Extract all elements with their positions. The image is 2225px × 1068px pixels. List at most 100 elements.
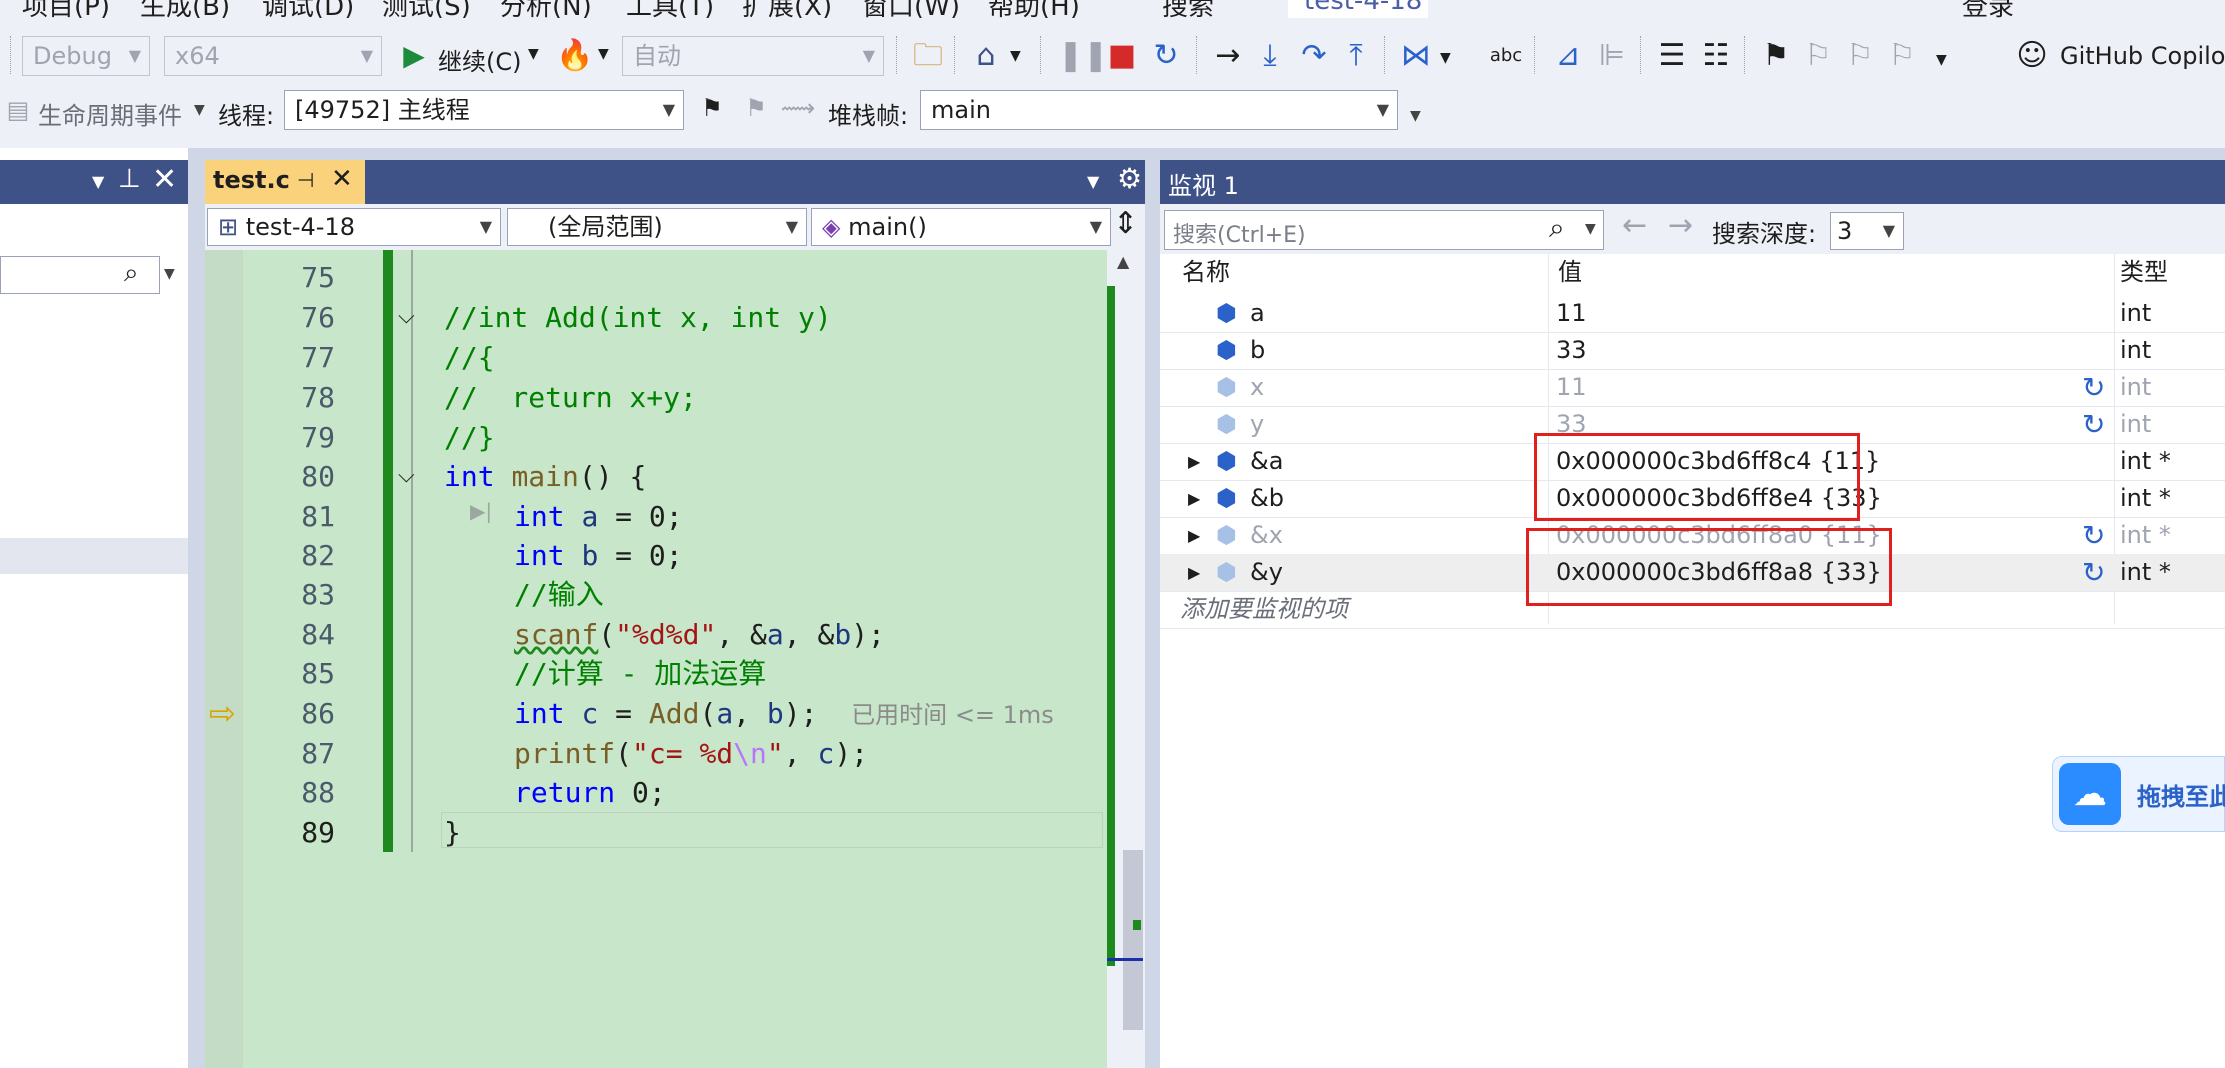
expand-icon[interactable]: ▶ bbox=[1188, 554, 1200, 591]
pin-icon[interactable]: ⊣ bbox=[297, 168, 314, 192]
editor-tab-test-c[interactable]: test.c ⊣ ✕ bbox=[205, 160, 365, 204]
watch-search-input[interactable]: 搜索(Ctrl+E) ⌕ ▼ bbox=[1164, 210, 1604, 250]
step-out-icon[interactable]: ⤒ bbox=[1338, 38, 1374, 74]
step-over-icon[interactable]: ↷ bbox=[1296, 38, 1332, 74]
refresh-icon[interactable]: ↻ bbox=[2082, 517, 2105, 554]
chevron-down-icon[interactable]: ▼ bbox=[1936, 52, 1947, 68]
flag-thread-icon[interactable]: ⚑ bbox=[694, 90, 730, 126]
menu-test[interactable]: 测试(S) bbox=[382, 0, 471, 18]
watch-row[interactable]: ⬢ a 11 int bbox=[1160, 295, 2225, 333]
pin-icon[interactable]: ⊥ bbox=[118, 164, 141, 194]
member-select[interactable]: ◈ main() ▼ bbox=[811, 208, 1111, 246]
collapse-icon[interactable]: ⌵ bbox=[398, 304, 415, 329]
search-next-icon[interactable]: → bbox=[1668, 208, 1693, 243]
menu-project[interactable]: 项目(P) bbox=[22, 0, 110, 18]
chevron-down-icon[interactable]: ▼ bbox=[1410, 108, 1421, 124]
column-header-value[interactable]: 值 bbox=[1558, 254, 1582, 290]
chevron-down-icon[interactable]: ▼ bbox=[1440, 50, 1451, 66]
scope-select[interactable]: (全局范围) ▼ bbox=[507, 208, 807, 246]
menu-analyze[interactable]: 分析(N) bbox=[500, 0, 592, 18]
watch-value[interactable]: 11 bbox=[1556, 369, 1587, 406]
chevron-down-icon[interactable]: ▼ bbox=[528, 46, 539, 62]
refresh-icon[interactable]: ↻ bbox=[2082, 406, 2105, 443]
watch-row[interactable]: ⬢ x 11 ↻ int bbox=[1160, 369, 2225, 407]
uncomment-icon[interactable]: ⊫ bbox=[1594, 38, 1630, 74]
column-header-type[interactable]: 类型 bbox=[2120, 254, 2168, 290]
show-next-statement-icon[interactable]: → bbox=[1210, 38, 1246, 74]
lifecycle-events-button[interactable]: 生命周期事件 bbox=[38, 96, 182, 131]
baidu-netdisk-widget[interactable]: ☁ 拖拽至此 bbox=[2052, 756, 2225, 832]
chevron-down-icon[interactable]: ▼ bbox=[1585, 221, 1596, 237]
scroll-up-icon[interactable]: ▲ bbox=[1117, 252, 1129, 271]
comment-icon[interactable]: ⊿ bbox=[1550, 38, 1586, 74]
watch-value[interactable]: 33 bbox=[1556, 332, 1587, 369]
scroll-thumb[interactable] bbox=[1123, 850, 1143, 1030]
menu-debug[interactable]: 调试(D) bbox=[262, 0, 354, 18]
bookmark-icon[interactable]: ⚑ bbox=[1758, 38, 1794, 74]
flag-threads-icon[interactable]: ⚑ bbox=[738, 90, 774, 126]
split-editor-icon[interactable]: ⇕ bbox=[1113, 206, 1138, 241]
editor-scrollbar[interactable]: ▲ bbox=[1107, 250, 1145, 1068]
expand-icon[interactable]: ▶ bbox=[1188, 517, 1200, 554]
auto-select[interactable]: 自动 ▼ bbox=[622, 36, 884, 76]
watch-row[interactable]: ⬢ b 33 int bbox=[1160, 332, 2225, 370]
prev-bookmark-icon[interactable]: ⚐ bbox=[1800, 38, 1836, 74]
search-icon[interactable]: ⌕ bbox=[124, 258, 139, 289]
search-menu[interactable]: 搜索 bbox=[1162, 0, 1214, 18]
project-select[interactable]: ⊞ test-4-18 ▼ bbox=[207, 208, 501, 246]
search-previous-icon[interactable]: ← bbox=[1622, 208, 1647, 243]
platform-select[interactable]: x64 ▼ bbox=[164, 36, 382, 76]
menu-tools[interactable]: 工具(T) bbox=[626, 0, 714, 18]
close-icon[interactable]: ✕ bbox=[331, 164, 353, 194]
show-threads-icon[interactable]: ⟿ bbox=[780, 90, 816, 126]
open-folder-icon[interactable]: 🗀 bbox=[910, 38, 946, 74]
refresh-icon[interactable]: ↻ bbox=[2082, 369, 2105, 406]
left-selected-row[interactable] bbox=[0, 538, 188, 574]
gear-icon[interactable]: ⚙ bbox=[1117, 162, 1142, 195]
copilot-icon[interactable]: ☺ bbox=[2014, 38, 2050, 74]
chevron-down-icon[interactable]: ▼ bbox=[598, 46, 609, 62]
continue-button[interactable]: 继续(C) bbox=[438, 42, 521, 77]
perf-tip[interactable]: 已用时间 <= 1ms bbox=[851, 701, 1054, 729]
menu-extensions[interactable]: 扩展(X) bbox=[742, 0, 832, 18]
step-into-icon[interactable]: ⤓ bbox=[1252, 38, 1288, 74]
chevron-down-icon[interactable]: ▼ bbox=[92, 172, 104, 191]
add-watch-placeholder[interactable]: 添加要监视的项 bbox=[1180, 591, 1348, 628]
search-icon[interactable]: ⌕ bbox=[1549, 211, 1565, 245]
watch-value[interactable]: 11 bbox=[1556, 295, 1587, 332]
column-header-name[interactable]: 名称 bbox=[1182, 254, 1230, 290]
close-icon[interactable]: ✕ bbox=[152, 162, 177, 197]
refresh-icon[interactable]: ↻ bbox=[2082, 554, 2105, 591]
menu-build[interactable]: 生成(B) bbox=[140, 0, 230, 18]
copilot-button[interactable]: GitHub Copilo bbox=[2060, 42, 2225, 70]
restart-icon[interactable]: ↻ bbox=[1148, 38, 1184, 74]
run-to-click-icon[interactable]: ▶| bbox=[470, 499, 492, 523]
play-icon[interactable]: ▶ bbox=[396, 38, 432, 74]
menu-window[interactable]: 窗口(W) bbox=[862, 0, 960, 18]
menu-help[interactable]: 帮助(H) bbox=[988, 0, 1080, 18]
chevron-down-icon[interactable]: ▼ bbox=[164, 266, 175, 282]
expand-icon[interactable]: ▶ bbox=[1188, 443, 1200, 480]
highlight-box-xy bbox=[1526, 528, 1892, 606]
next-bookmark-icon[interactable]: ⚐ bbox=[1842, 38, 1878, 74]
chevron-down-icon[interactable]: ▼ bbox=[194, 102, 205, 118]
browser-link-icon[interactable]: ⌂ bbox=[968, 38, 1004, 74]
spell-check-icon[interactable]: abc bbox=[1488, 38, 1524, 74]
thread-select[interactable]: [49752] 主线程 ▼ bbox=[284, 90, 684, 130]
chevron-down-icon[interactable]: ▼ bbox=[1010, 48, 1021, 64]
left-search-box[interactable]: ⌕ ▼ bbox=[0, 256, 188, 294]
indent-icon[interactable]: ☰ bbox=[1654, 38, 1690, 74]
chevron-down-icon[interactable]: ▼ bbox=[1087, 172, 1099, 191]
clear-bookmarks-icon[interactable]: ⚐ bbox=[1884, 38, 1920, 74]
stack-frame-select[interactable]: main ▼ bbox=[920, 90, 1398, 130]
pause-icon[interactable]: ❚❚ bbox=[1058, 38, 1108, 74]
outdent-icon[interactable]: ☷ bbox=[1698, 38, 1734, 74]
hex-display-icon[interactable]: ⋈ bbox=[1398, 38, 1434, 74]
expand-icon[interactable]: ▶ bbox=[1188, 480, 1200, 517]
collapse-icon[interactable]: ⌵ bbox=[398, 463, 415, 488]
sign-in-link[interactable]: 登录 bbox=[1962, 0, 2014, 18]
hot-reload-icon[interactable]: 🔥 bbox=[556, 38, 593, 74]
search-depth-select[interactable]: 3 ▼ bbox=[1830, 212, 1904, 250]
solution-config-select[interactable]: Debug ▼ bbox=[22, 36, 150, 76]
stop-icon[interactable]: ■ bbox=[1104, 38, 1140, 74]
